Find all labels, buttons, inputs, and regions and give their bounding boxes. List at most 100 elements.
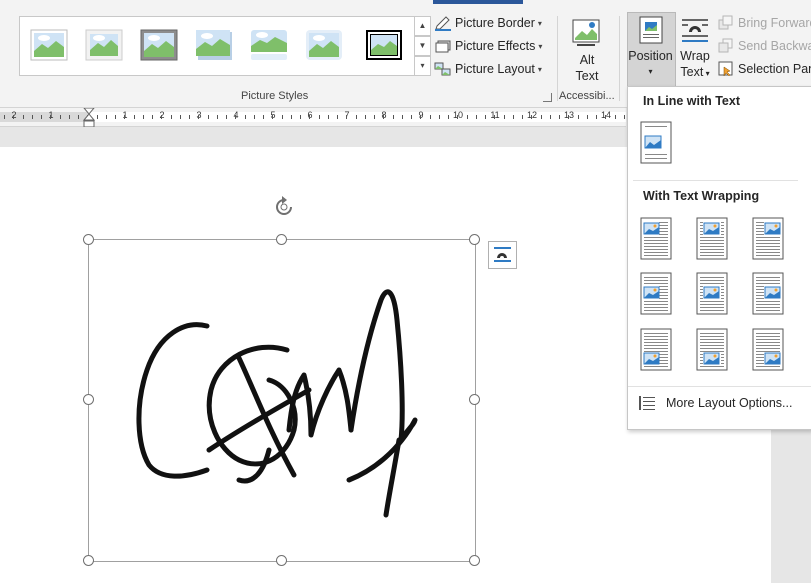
ruler-tick [226,115,227,119]
position-button[interactable]: Position ▾ [627,16,674,80]
signature-image [136,289,418,518]
resize-handle-n[interactable] [276,234,287,245]
ruler-tick [115,115,116,119]
style-thumbnail[interactable] [140,29,178,61]
ruler-tick [401,115,403,119]
more-layout-options[interactable]: More Layout Options... [638,395,792,411]
selection-pane-label: Selection Pane [738,62,811,76]
position-bottom-center-icon[interactable] [696,328,728,371]
resize-handle-e[interactable] [469,394,480,405]
wrapping-heading: With Text Wrapping [643,189,760,203]
position-middle-center-icon[interactable] [696,272,728,315]
style-thumbnail[interactable] [305,29,343,61]
wrap-text-icon [682,19,708,42]
resize-handle-se[interactable] [469,555,480,566]
bring-forward-label: Bring Forward [738,16,811,30]
ruler-tick [179,115,181,119]
picture-border-button[interactable]: Picture Border ▾ [434,13,542,33]
ruler-tick [448,115,449,119]
ruler-tick [337,115,338,119]
rotate-handle-icon[interactable] [271,194,297,220]
ruler-tick [290,115,292,119]
ruler-tick [272,115,274,119]
resize-handle-ne[interactable] [469,234,480,245]
ruler-tick [281,115,283,119]
selected-picture[interactable] [88,239,476,562]
chevron-down-icon: ▾ [537,18,542,28]
picture-layout-icon [434,62,451,76]
ruler-tick [503,115,505,119]
divider [628,386,811,387]
ruler-tick [41,115,42,119]
ruler-tick [235,115,237,119]
selection-pane-button[interactable]: Selection Pane [718,59,811,79]
ruler-tick [59,115,61,119]
position-middle-right-icon[interactable] [752,272,784,315]
ruler-tick [549,115,551,119]
picture-styles-label: Picture Styles [241,90,309,102]
resize-handle-s[interactable] [276,555,287,566]
alt-text-label-2: Text [575,69,599,83]
position-middle-left-icon[interactable] [640,272,672,315]
inline-position-icon[interactable] [640,121,672,164]
ruler-tick [142,115,144,119]
position-top-center-icon[interactable] [696,217,728,260]
resize-handle-nw[interactable] [83,234,94,245]
ruler-tick [559,115,560,119]
picture-border-label: Picture Border [455,16,535,30]
picture-layout-button[interactable]: Picture Layout ▾ [434,59,542,79]
more-layout-options-label: More Layout Options... [666,396,793,410]
ruler-tick [152,115,153,119]
picture-effects-icon [435,40,451,53]
alt-text-icon [572,19,600,46]
ruler-tick [68,115,70,119]
bring-forward-icon [718,15,733,30]
alt-text-button[interactable]: Alt Text [566,18,608,84]
bring-forward-button[interactable]: Bring Forward [718,13,811,33]
style-thumbnail[interactable] [250,29,288,61]
ruler-tick [318,115,320,119]
style-thumbnail[interactable] [85,29,123,61]
style-thumbnail[interactable] [30,29,68,61]
active-tab-indicator [433,0,523,4]
ruler-tick [485,115,486,119]
resize-handle-w[interactable] [83,394,94,405]
ruler-tick [4,115,5,119]
picture-layout-label: Picture Layout [455,62,535,76]
accessibility-group-label: Accessibi... [559,90,615,102]
ruler-tick [189,115,190,119]
horizontal-ruler[interactable]: 211234567891011121314 [0,108,626,128]
position-bottom-right-icon[interactable] [752,328,784,371]
ruler-tick [161,115,163,119]
ruler-tick [124,115,126,119]
position-icon [639,16,662,44]
gallery-scroll-down[interactable]: ▼ [414,36,431,56]
wrap-text-button[interactable]: Wrap Text ▾ [677,16,713,82]
ruler-tick [614,115,616,119]
ruler-tick [364,115,366,119]
position-bottom-left-icon[interactable] [640,328,672,371]
layout-options-icon [494,247,511,262]
ruler-tick [605,115,607,119]
chevron-down-icon: ▾ [537,64,542,74]
position-top-right-icon[interactable] [752,217,784,260]
style-thumbnail[interactable] [195,29,233,61]
divider [633,180,798,181]
group-divider [619,16,620,101]
layout-options-button[interactable] [488,241,517,269]
send-backward-icon [718,38,733,53]
ruler-tick [429,115,431,119]
position-label: Position [628,49,673,63]
gallery-more[interactable]: ▾ [414,56,431,76]
ruler-tick [309,115,311,119]
resize-handle-sw[interactable] [83,555,94,566]
send-backward-button[interactable]: Send Backward [718,36,811,56]
position-top-left-icon[interactable] [640,217,672,260]
ruler-tick [355,115,357,119]
style-thumbnail[interactable] [365,29,403,61]
picture-effects-button[interactable]: Picture Effects ▾ [434,36,542,56]
gallery-scroll-up[interactable]: ▲ [414,16,431,36]
ruler-tick [50,115,52,119]
dialog-launcher-icon[interactable] [543,93,552,102]
ruler-tick [475,115,477,119]
